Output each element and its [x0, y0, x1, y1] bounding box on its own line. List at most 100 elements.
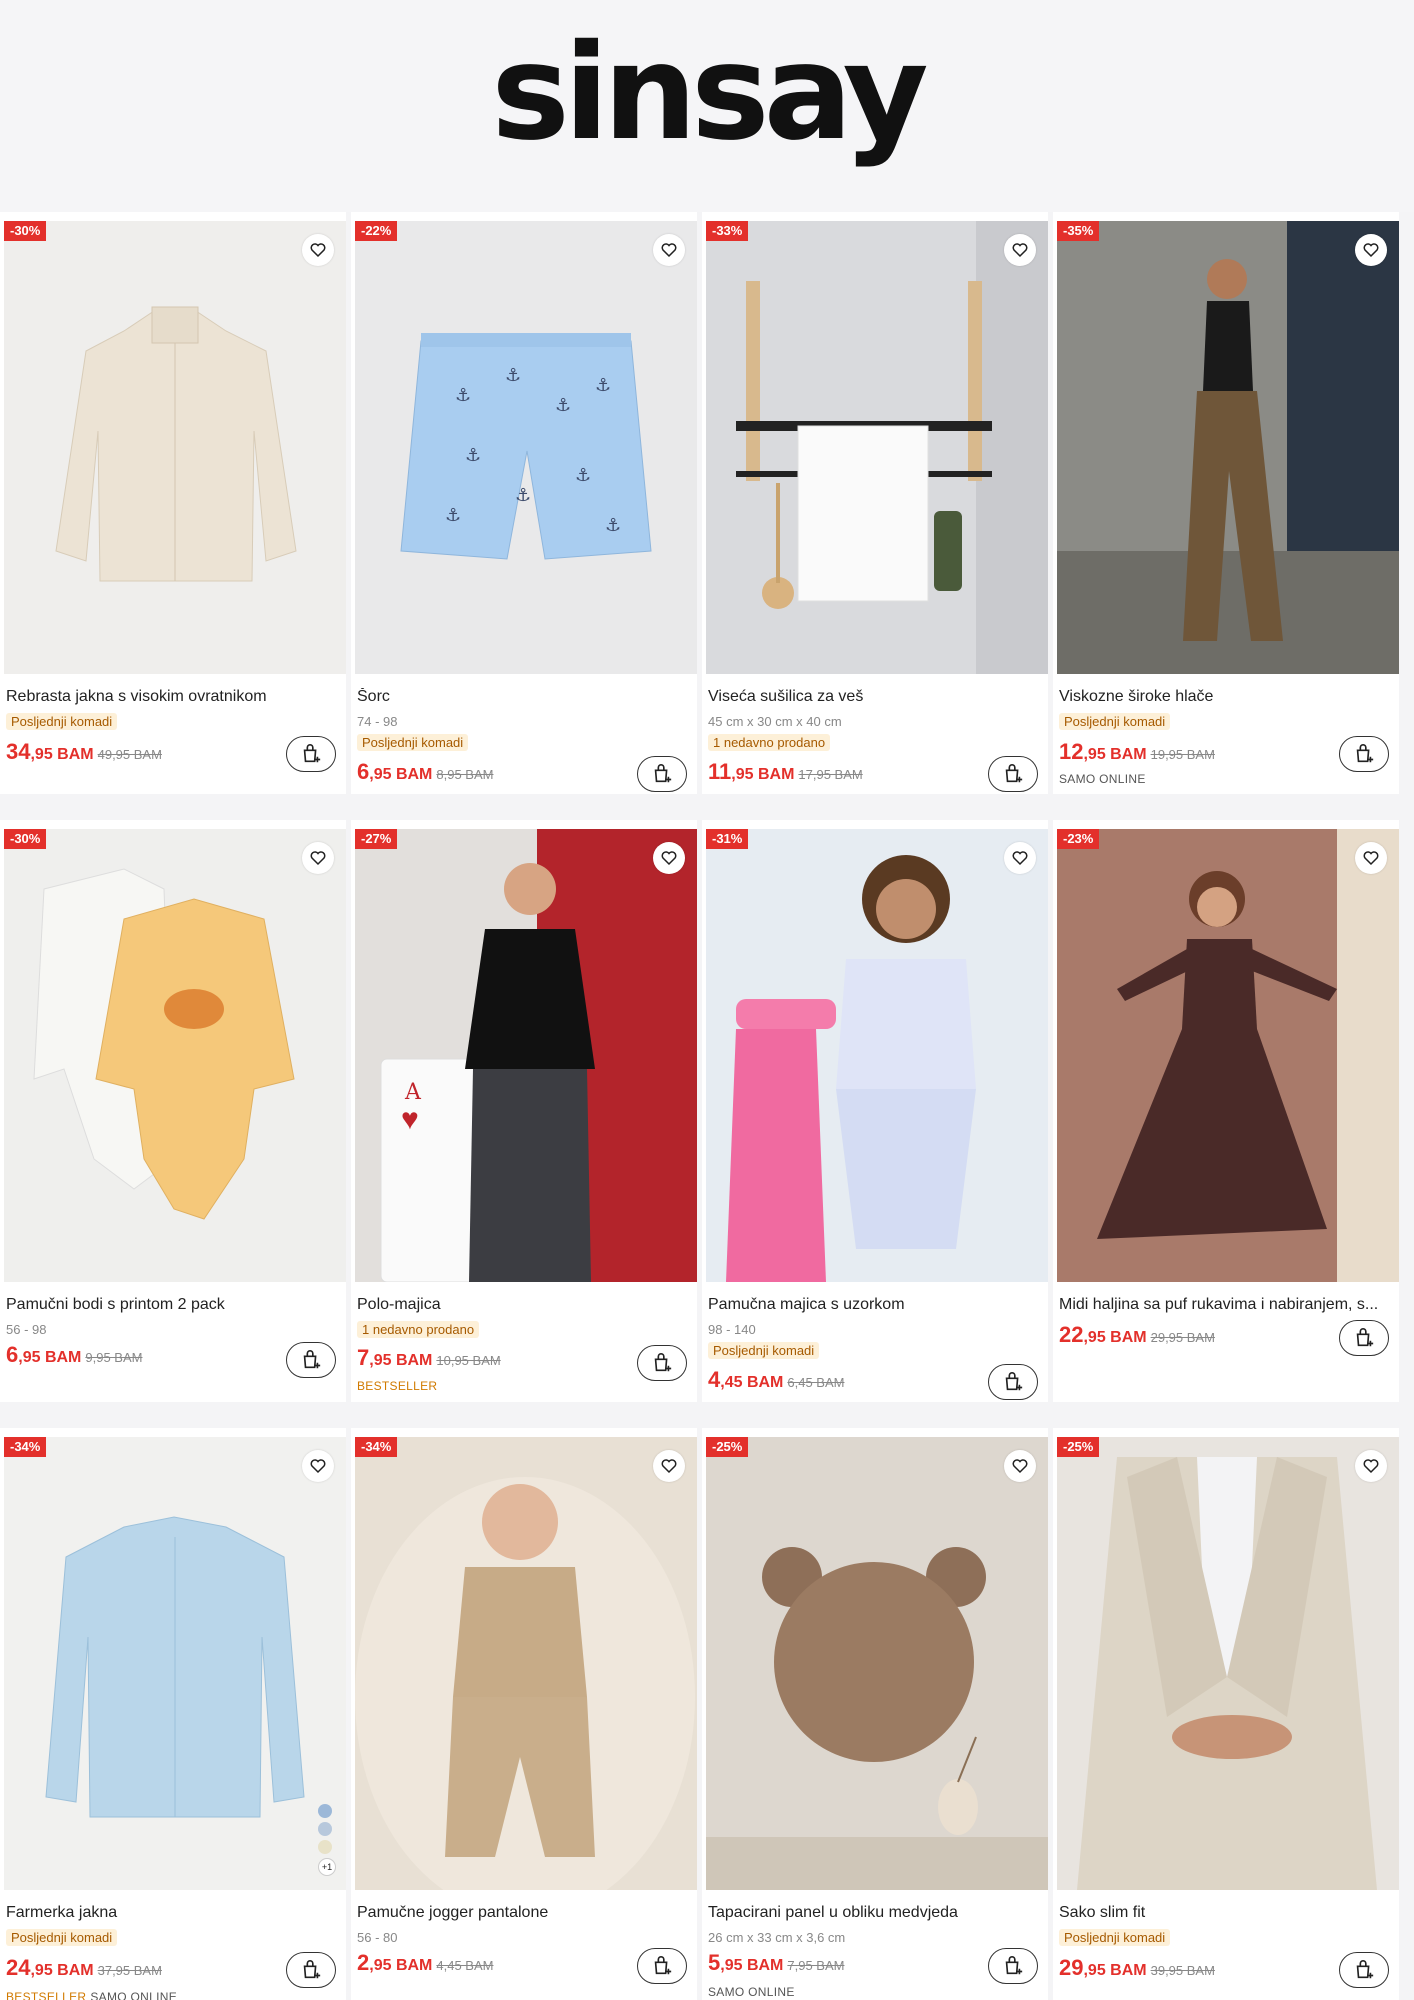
add-to-cart-button[interactable] — [637, 756, 687, 792]
swatch-cream[interactable] — [318, 1840, 332, 1854]
product-name[interactable]: Šorc — [357, 688, 687, 706]
bestseller-label: BESTSELLER — [357, 1379, 438, 1393]
product-image[interactable] — [355, 1437, 697, 1890]
heart-icon[interactable] — [653, 842, 685, 874]
product-image[interactable]: A ♥ — [355, 829, 697, 1282]
swatch-blue[interactable] — [318, 1804, 332, 1818]
heart-icon[interactable] — [1004, 234, 1036, 266]
product-card[interactable]: -31% Pamučna majica s uzorkom 98 - 140 P… — [702, 820, 1048, 1402]
product-name[interactable]: Viskozne široke hlače — [1059, 688, 1389, 706]
heart-icon[interactable] — [1004, 1450, 1036, 1482]
product-card[interactable]: -34% Pamučne jogger pantalone 56 - 80 2,… — [351, 1428, 697, 2000]
add-to-cart-button[interactable] — [286, 1952, 336, 1988]
add-to-cart-button[interactable] — [637, 1345, 687, 1381]
product-card[interactable]: -25% Tapacirani panel u obliku medvjeda … — [702, 1428, 1048, 2000]
online-only-label: SAMO ONLINE — [1059, 772, 1146, 786]
product-name[interactable]: Midi haljina sa puf rukavima i nabiranje… — [1059, 1296, 1389, 1314]
product-image[interactable]: ⚓ ⚓ ⚓ ⚓ ⚓ ⚓ ⚓ ⚓ ⚓ — [355, 221, 697, 674]
heart-icon[interactable] — [1004, 842, 1036, 874]
add-to-cart-button[interactable] — [988, 1364, 1038, 1400]
discount-badge: -33% — [706, 221, 749, 241]
old-price: 19,95 BAM — [1150, 747, 1215, 762]
add-to-cart-button[interactable] — [1339, 1320, 1389, 1356]
product-image[interactable] — [706, 221, 1048, 674]
product-image[interactable] — [706, 829, 1048, 1282]
cart-add-icon — [303, 1960, 321, 1979]
old-price: 8,95 BAM — [436, 767, 494, 782]
product-name[interactable]: Pamučni bodi s printom 2 pack — [6, 1296, 336, 1314]
add-to-cart-button[interactable] — [1339, 736, 1389, 772]
old-price: 10,95 BAM — [436, 1353, 501, 1368]
product-card[interactable]: -30% Rebrasta jakna s visokim ovratnikom… — [0, 212, 346, 794]
heart-icon[interactable] — [653, 1450, 685, 1482]
product-card[interactable]: -25% Sako slim fit Posljednji komadi 29,… — [1053, 1428, 1399, 2000]
product-image[interactable] — [4, 221, 346, 674]
product-name[interactable]: Pamučna majica s uzorkom — [708, 1296, 1038, 1314]
product-image[interactable] — [4, 1437, 346, 1890]
discount-badge: -30% — [4, 221, 47, 241]
add-to-cart-button[interactable] — [286, 736, 336, 772]
product-image[interactable] — [4, 829, 346, 1282]
product-image[interactable] — [1057, 829, 1399, 1282]
product-card[interactable]: -30% Pamučni bodi s printom 2 pack 56 - … — [0, 820, 346, 1402]
product-price: 24,95 BAM 37,95 BAM — [6, 1955, 162, 1980]
old-price: 39,95 BAM — [1150, 1963, 1215, 1978]
product-card[interactable]: -33% Viseća sušilica za veš 45 cm x 30 c… — [702, 212, 1048, 794]
stock-tag: 1 nedavno prodano — [357, 1321, 480, 1338]
product-sizes: 56 - 98 — [6, 1322, 47, 1337]
product-price: 2,95 BAM 4,45 BAM — [357, 1950, 494, 1975]
heart-icon[interactable] — [302, 234, 334, 266]
more-colors-badge[interactable]: +1 — [318, 1858, 336, 1876]
online-only-label: SAMO ONLINE — [708, 1985, 795, 1999]
add-to-cart-button[interactable] — [1339, 1952, 1389, 1988]
product-card[interactable]: ⚓ ⚓ ⚓ ⚓ ⚓ ⚓ ⚓ ⚓ ⚓ -22% Šorc 74 - 98 Posljednji k… — [351, 212, 697, 794]
add-to-cart-button[interactable] — [286, 1342, 336, 1378]
product-image[interactable] — [706, 1437, 1048, 1890]
cart-add-icon — [654, 1956, 672, 1975]
product-name[interactable]: Sako slim fit — [1059, 1904, 1389, 1922]
discount-badge: -30% — [4, 829, 47, 849]
svg-text:⚓: ⚓ — [515, 485, 531, 505]
product-card[interactable]: -23% Midi haljina sa puf rukavima i nabi… — [1053, 820, 1399, 1402]
product-price: 4,45 BAM 6,45 BAM — [708, 1367, 845, 1392]
add-to-cart-button[interactable] — [637, 1948, 687, 1984]
product-card[interactable]: -34% Farmerka jakna Posljednji komadi 24… — [0, 1428, 346, 2000]
heart-icon[interactable] — [653, 234, 685, 266]
cart-add-icon — [1356, 744, 1374, 763]
product-sizes: 26 cm x 33 cm x 3,6 cm — [708, 1930, 846, 1945]
heart-icon[interactable] — [1355, 842, 1387, 874]
discount-badge: -35% — [1057, 221, 1100, 241]
product-image[interactable] — [1057, 221, 1399, 674]
heart-icon[interactable] — [1355, 1450, 1387, 1482]
discount-badge: -23% — [1057, 829, 1100, 849]
cart-add-icon — [1356, 1960, 1374, 1979]
product-name[interactable]: Farmerka jakna — [6, 1904, 336, 1922]
heart-icon[interactable] — [1355, 234, 1387, 266]
sinsay-logo[interactable]: sinsay — [0, 0, 1414, 212]
heart-icon[interactable] — [302, 1450, 334, 1482]
discount-badge: -25% — [706, 1437, 749, 1457]
heart-icon[interactable] — [302, 842, 334, 874]
svg-text:⚓: ⚓ — [505, 365, 521, 385]
product-name[interactable]: Pamučne jogger pantalone — [357, 1904, 687, 1922]
product-card[interactable]: -35% Viskozne široke hlače Posljednji ko… — [1053, 212, 1399, 794]
product-card[interactable]: A ♥ -27% Polo-majica 1 nedavno prodano 7… — [351, 820, 697, 1402]
add-to-cart-button[interactable] — [988, 756, 1038, 792]
color-swatches[interactable]: +1 — [318, 1804, 338, 1876]
product-name[interactable]: Tapacirani panel u obliku medvjeda — [708, 1904, 1038, 1922]
product-image[interactable] — [1057, 1437, 1399, 1890]
cart-add-icon — [654, 764, 672, 783]
svg-text:⚓: ⚓ — [445, 505, 461, 525]
old-price: 37,95 BAM — [97, 1963, 162, 1978]
product-price: 12,95 BAM 19,95 BAM — [1059, 739, 1215, 764]
product-name[interactable]: Viseća sušilica za veš — [708, 688, 1038, 706]
discount-badge: -31% — [706, 829, 749, 849]
product-name[interactable]: Rebrasta jakna s visokim ovratnikom — [6, 688, 336, 706]
product-name[interactable]: Polo-majica — [357, 1296, 687, 1314]
stock-tag: Posljednji komadi — [708, 1342, 820, 1359]
cart-add-icon — [303, 744, 321, 763]
swatch-lightblue[interactable] — [318, 1822, 332, 1836]
add-to-cart-button[interactable] — [988, 1948, 1038, 1984]
discount-badge: -27% — [355, 829, 398, 849]
discount-badge: -34% — [355, 1437, 398, 1457]
